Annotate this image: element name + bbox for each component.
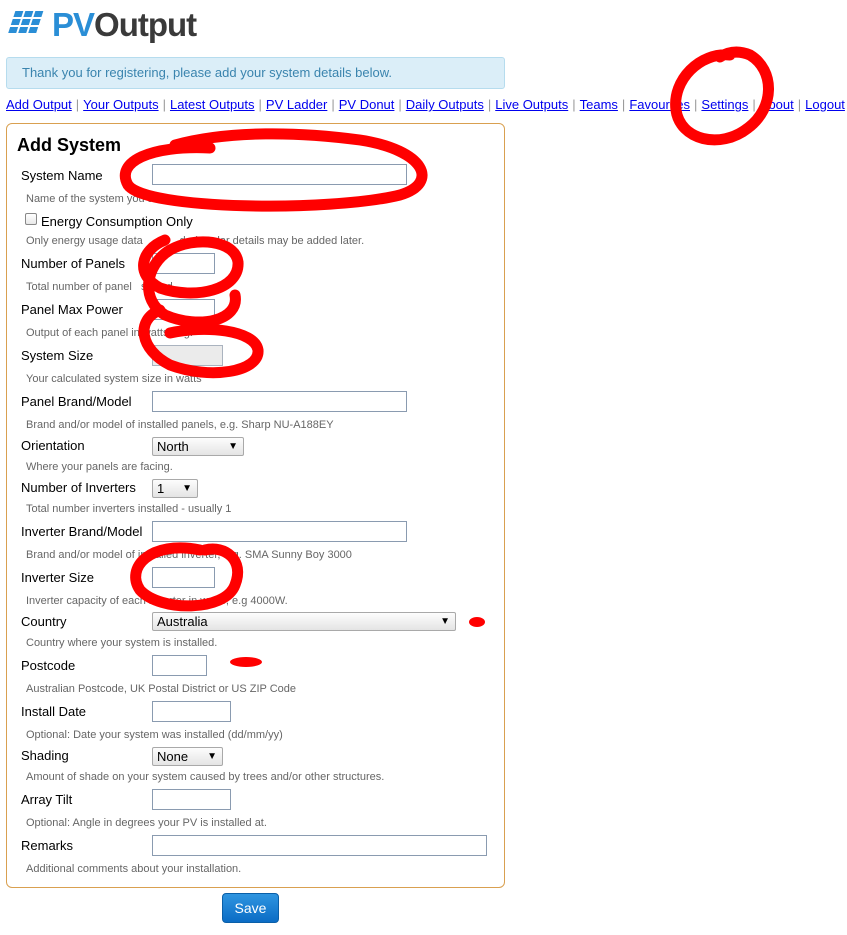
postcode-dash-annotation [230,657,262,667]
settings-circle-annotation [670,46,774,146]
system-name-circle-annotation [119,128,428,212]
red-annotation-scribbles [119,46,774,667]
inverter-size-circle-annotation [130,542,244,612]
country-dot-annotation [469,617,485,627]
